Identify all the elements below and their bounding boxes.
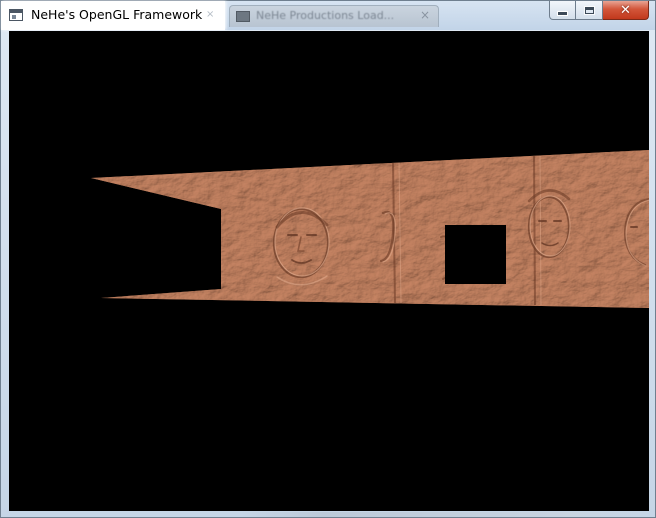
background-window-tab[interactable]: NeHe Productions Load... × <box>229 5 439 27</box>
textured-wall <box>91 150 649 308</box>
app-window: NeHe Productions Load... × NeHe's OpenGL… <box>0 0 656 518</box>
browser-icon <box>236 11 250 22</box>
active-title-area: NeHe's OpenGL Framework × <box>1 1 225 30</box>
title-tab-close-icon: × <box>206 9 215 20</box>
minimize-icon <box>557 10 568 16</box>
scene-render <box>91 150 649 308</box>
window-title: NeHe's OpenGL Framework <box>31 7 203 22</box>
minimize-button[interactable] <box>549 1 576 20</box>
close-button[interactable]: ✕ <box>603 1 649 20</box>
close-icon: ✕ <box>620 2 631 18</box>
background-tab-title: NeHe Productions Load... <box>256 9 395 22</box>
title-bar[interactable]: NeHe Productions Load... × NeHe's OpenGL… <box>1 1 655 30</box>
maximize-icon <box>583 5 595 15</box>
application-icon <box>9 9 23 21</box>
wall-hole <box>445 225 506 284</box>
maximize-button[interactable] <box>576 1 603 20</box>
caption-buttons: ✕ <box>549 1 649 21</box>
background-tab-close-icon[interactable]: × <box>420 8 430 22</box>
opengl-viewport[interactable] <box>9 31 649 511</box>
taskbar-reflection <box>241 512 651 517</box>
